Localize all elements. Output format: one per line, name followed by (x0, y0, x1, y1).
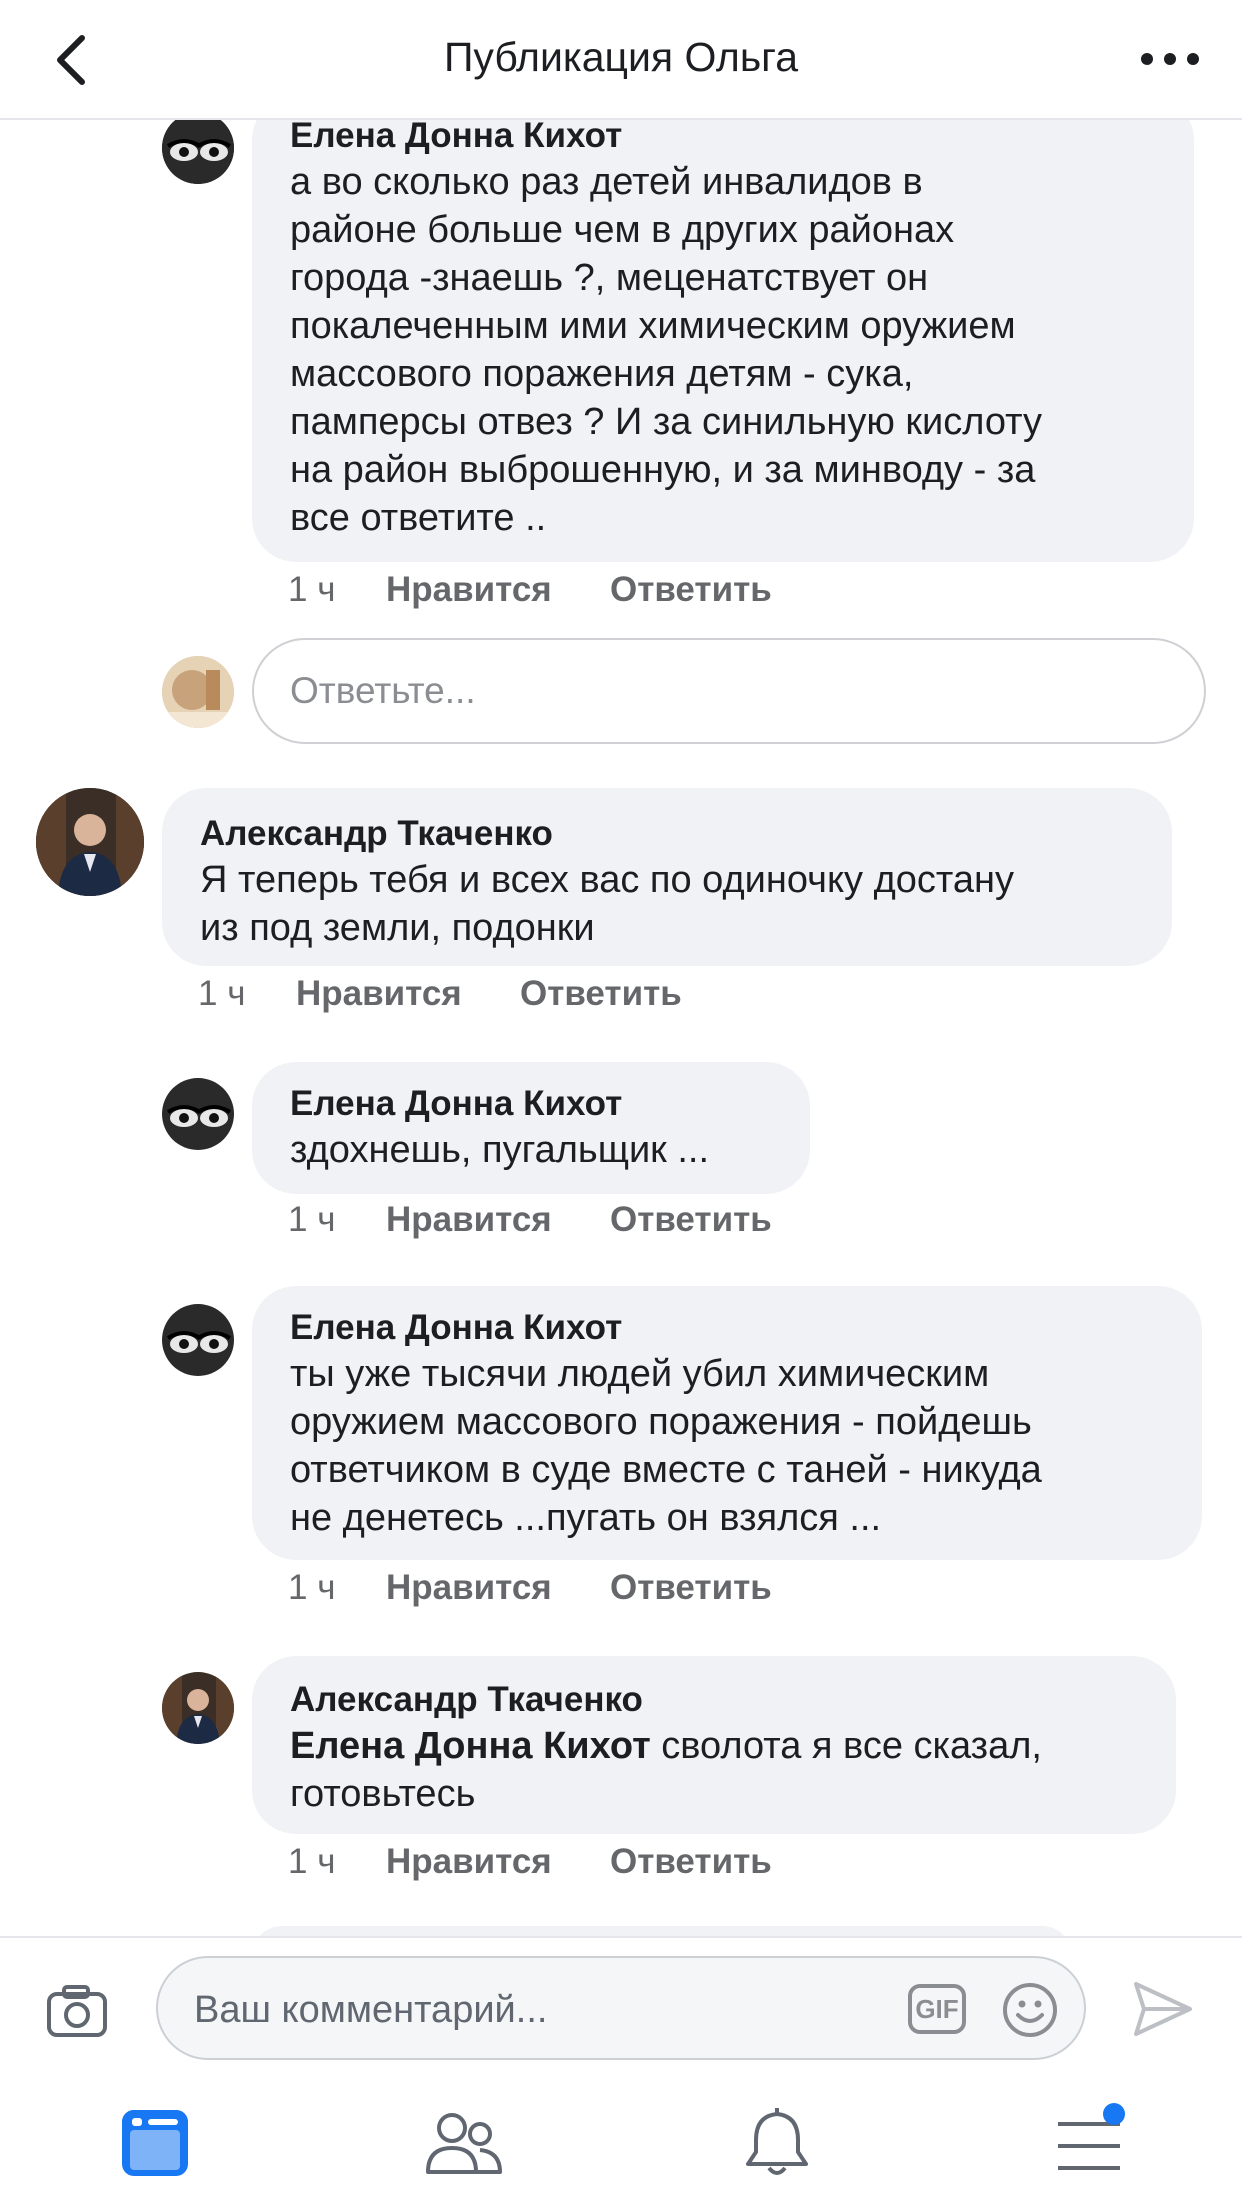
comment-input[interactable] (192, 1980, 756, 2040)
reply-button[interactable]: Ответить (610, 1842, 772, 1882)
reply-input[interactable]: Ответьте... (252, 638, 1206, 744)
reply-button[interactable]: Ответить (610, 1568, 772, 1608)
avatar[interactable] (162, 112, 234, 184)
comment-bubble[interactable]: Елена Донна Кихот а во сколько раз детей… (252, 96, 1194, 562)
page-title: Публикация Ольга (443, 34, 799, 80)
camera-icon[interactable] (46, 1984, 108, 2038)
current-user-avatar (162, 656, 234, 728)
comment-text: здохнешь, пугальщик ... (290, 1129, 710, 1171)
comment-composer: GIF (0, 1936, 1242, 2080)
reply-button[interactable]: Ответить (520, 974, 682, 1014)
send-icon[interactable] (1132, 1980, 1194, 2038)
like-button[interactable]: Нравится (386, 1842, 552, 1882)
bottom-tab-bar (0, 2078, 1242, 2208)
like-button[interactable]: Нравится (386, 1200, 552, 1240)
comment-time: 1 ч (288, 570, 336, 609)
news-feed-icon[interactable] (120, 2108, 190, 2178)
reply-button[interactable]: Ответить (610, 570, 772, 610)
more-options-icon[interactable] (1140, 52, 1200, 66)
man-portrait-image (36, 788, 144, 896)
avatar[interactable] (36, 788, 144, 896)
eye-makeup-avatar-image (162, 1304, 234, 1376)
comment-input-field[interactable]: GIF (156, 1956, 1086, 2060)
emoji-icon[interactable] (1002, 1982, 1058, 2038)
comment-author[interactable]: Александр Ткаченко (290, 1678, 1176, 1722)
eye-makeup-avatar-image (162, 112, 234, 184)
comment-author[interactable]: Елена Донна Кихот (290, 1082, 810, 1126)
like-button[interactable]: Нравится (386, 570, 552, 610)
top-nav-bar: Публикация Ольга (0, 0, 1242, 120)
comment-text: а во сколько раз детей инвалидов в районе… (290, 161, 1043, 539)
comment-time: 1 ч (198, 974, 246, 1013)
mention-tag[interactable]: Елена Донна Кихот (290, 1725, 651, 1767)
avatar[interactable] (162, 1304, 234, 1376)
man-portrait-image (162, 1672, 234, 1744)
menu-badge (1103, 2103, 1125, 2125)
comment-time: 1 ч (288, 1200, 336, 1239)
comment-bubble[interactable]: Александр Ткаченко Елена Донна Кихот сво… (252, 1656, 1176, 1834)
comment-text: ты уже тысячи людей убил химическим оружи… (290, 1353, 1042, 1539)
eye-makeup-avatar-image (162, 1078, 234, 1150)
friends-icon[interactable] (424, 2108, 504, 2178)
user-photo-image (162, 656, 234, 728)
avatar[interactable] (162, 1078, 234, 1150)
comment-bubble[interactable]: Александр Ткаченко Я теперь тебя и всех … (162, 788, 1172, 966)
comment-author[interactable]: Елена Донна Кихот (290, 1306, 1202, 1350)
comment-bubble[interactable]: Елена Донна Кихот здохнешь, пугальщик ..… (252, 1062, 810, 1194)
gif-button[interactable]: GIF (908, 1984, 966, 2034)
like-button[interactable]: Нравится (296, 974, 462, 1014)
like-button[interactable]: Нравится (386, 1568, 552, 1608)
avatar[interactable] (162, 1672, 234, 1744)
menu-icon[interactable] (1050, 2102, 1130, 2178)
comment-time: 1 ч (288, 1842, 336, 1881)
reply-button[interactable]: Ответить (610, 1200, 772, 1240)
comment-author[interactable]: Елена Донна Кихот (290, 114, 1194, 158)
comment-author[interactable]: Александр Ткаченко (200, 812, 1172, 856)
comment-time: 1 ч (288, 1568, 336, 1607)
comment-text: Елена Донна Кихот сволота я все сказал, … (290, 1725, 1042, 1815)
comment-text: Я теперь тебя и всех вас по одиночку дос… (200, 859, 1014, 949)
comment-bubble[interactable]: Елена Донна Кихот ты уже тысячи людей уб… (252, 1286, 1202, 1560)
notifications-icon[interactable] (742, 2106, 812, 2180)
